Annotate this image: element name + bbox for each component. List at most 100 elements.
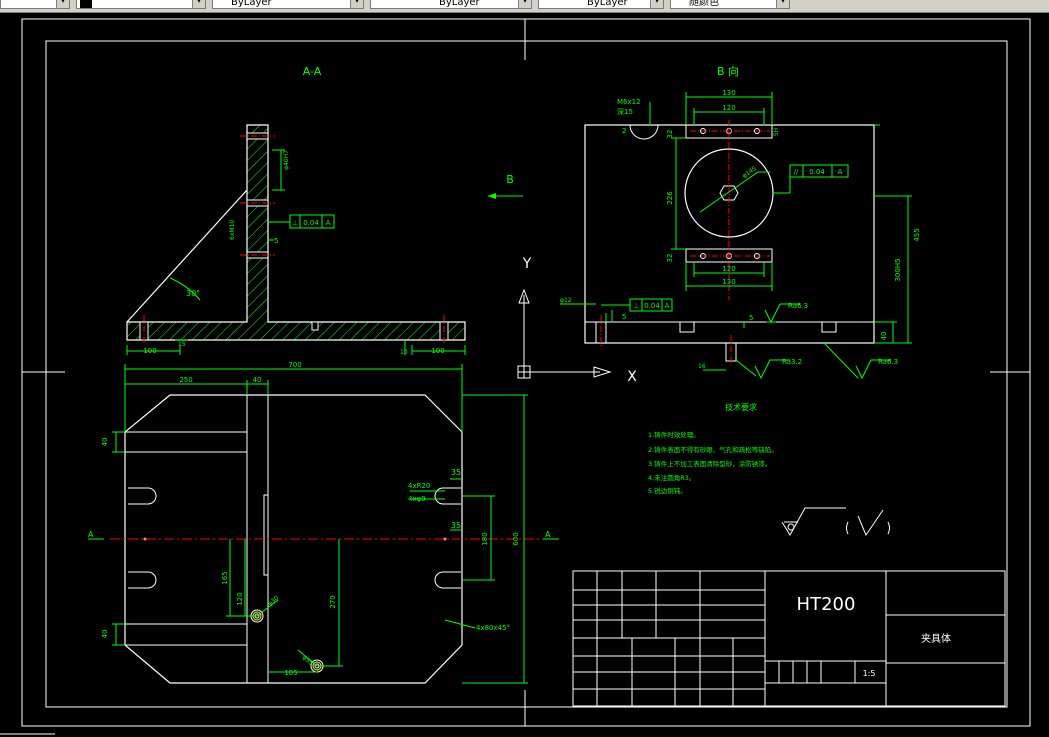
view-b[interactable]: B 向 130 120 120 130 226 455 300H5 40 32 … [560, 64, 921, 380]
dropdown-arrow-icon[interactable]: ▾ [518, 0, 531, 8]
dim-35-top: 35 [451, 468, 461, 477]
linetype-control-dropdown[interactable]: ByLayer ▾ [370, 0, 532, 9]
dim-120-bottom: 120 [722, 265, 735, 273]
perp-symbol: ⊥ [292, 219, 298, 227]
label-phi9: 4xφ9 [408, 495, 426, 503]
dim-40: 40 [880, 332, 888, 341]
tech-req-item-4: 4.未注圆角R3。 [648, 473, 695, 482]
dim-32-top: 32 [666, 130, 674, 139]
dropdown-arrow-icon[interactable]: ▾ [776, 0, 789, 8]
perp-b-datum: A [665, 302, 670, 310]
view-b-small-holes [595, 124, 837, 362]
perp-datum: A [326, 219, 331, 227]
title-scale: 1:5 [863, 669, 876, 678]
label-m6: M6x12 [617, 98, 641, 106]
section-aa-title: A-A [303, 65, 322, 78]
tech-req-item-5: 5.锐边倒钝。 [648, 486, 687, 495]
dim-5b: 5 [749, 314, 753, 322]
lineweight-control-dropdown[interactable]: ByLayer ▾ [538, 0, 664, 9]
dim-32-bottom: 32 [666, 254, 674, 263]
dim-226: 226 [666, 191, 674, 205]
dim-130-bottom: 130 [722, 278, 735, 286]
dim-270: 270 [329, 595, 337, 608]
dim-5a: 5 [622, 313, 626, 321]
title-material: HT200 [797, 594, 856, 615]
roughness-3: Ra6.3 [878, 358, 898, 366]
dim-phi30: φ30 [267, 595, 281, 608]
lineweight-control-value: ByLayer [587, 0, 628, 8]
view-b-centerlines [600, 120, 770, 365]
bore-dim-2: 6xM10 [229, 220, 236, 240]
title-part-name: 夹具体 [921, 632, 951, 645]
tech-req-item-3: 3.铸件上不加工表面清除型砂，涂防锈漆。 [648, 459, 771, 468]
roughness-2: Ra3.2 [782, 358, 802, 366]
parallelism-value: 0.04 [809, 168, 825, 176]
roughness-1: Ra6.3 [788, 302, 808, 310]
parallelism-symbol: // [794, 168, 799, 176]
technical-requirements: 技术要求 1.铸件时效处理。 2.铸件表面不得有砂眼、气孔和疏松等缺陷。 3.铸… [648, 402, 778, 495]
label-r20: 4xR20 [408, 482, 430, 490]
section-hatched-body [126, 124, 466, 341]
color-control-dropdown[interactable]: ByLayer ▾ [212, 0, 364, 9]
tech-req-title: 技术要求 [725, 402, 757, 412]
dim-300: 300H5 [894, 258, 902, 281]
dropdown-arrow-icon[interactable]: ▾ [650, 0, 663, 8]
layer-dropdown[interactable]: ▾ [0, 0, 70, 9]
angle-30: 30° [186, 289, 200, 298]
dropdown-arrow-icon[interactable]: ▾ [56, 0, 69, 8]
dim-40-top: 40 [253, 376, 262, 384]
dim-15: 15 [178, 341, 186, 348]
section-a-right: A [545, 530, 551, 539]
perp-value: 0.04 [303, 219, 319, 227]
section-aa-view[interactable]: A-A 100 100 10 30° φ40H7 6xM10 ⊥ 0.04 A … [126, 65, 466, 356]
x-axis-label: X [627, 369, 637, 385]
parallelism-datum: A [838, 168, 843, 176]
view-arrow-b-label: B [506, 173, 514, 186]
dim-100-right: 100 [431, 347, 444, 355]
plotstyle-control-dropdown[interactable]: 随颜色 ▾ [670, 0, 790, 9]
dim-700: 700 [288, 361, 301, 369]
dim-100-left: 100 [143, 347, 156, 355]
plotstyle-control-value: 随颜色 [689, 0, 719, 8]
section-a-left: A [88, 530, 94, 539]
dim-120-top: 120 [722, 104, 735, 112]
dropdown-arrow-icon[interactable]: ▾ [350, 0, 363, 8]
dim-phi35: φ35 [301, 654, 315, 667]
dim-105: 105 [284, 669, 297, 677]
dim-35-bottom: 35 [451, 521, 461, 530]
y-axis-label: Y [522, 256, 532, 272]
plan-view[interactable]: 700 250 40 40 40 600 35 35 180 165 120 2… [88, 361, 559, 684]
cad-application: ▾ ▾ ByLayer ▾ ByLayer ▾ ByLayer ▾ 随颜色 ▾ A-A [0, 0, 1049, 737]
dim-5: 5 [274, 237, 278, 245]
perp-b-symbol: ⊥ [633, 302, 639, 310]
dim-165: 165 [221, 571, 229, 584]
label-depth: 深15 [617, 107, 633, 116]
dropdown-arrow-icon[interactable]: ▾ [192, 0, 205, 8]
color-control-value: ByLayer [231, 0, 272, 8]
properties-toolbar: ▾ ▾ ByLayer ▾ ByLayer ▾ ByLayer ▾ 随颜色 ▾ [0, 0, 1049, 13]
view-b-title: B 向 [717, 64, 739, 78]
rib-edge [126, 189, 248, 323]
dim-250: 250 [179, 376, 192, 384]
tech-req-item-1: 1.铸件时效处理。 [648, 430, 700, 439]
layer-state-dropdown[interactable]: ▾ [76, 0, 206, 9]
dim-180: 180 [481, 532, 489, 545]
dim-10: 10 [400, 349, 408, 356]
dim-120: 120 [236, 592, 244, 605]
perp-b-value: 0.04 [644, 302, 660, 310]
hole-dim: φ12 [560, 297, 572, 304]
linetype-control-value: ByLayer [439, 0, 480, 8]
general-roughness-symbol [781, 507, 890, 537]
dim-455: 455 [913, 228, 921, 241]
dim-600: 600 [512, 532, 520, 545]
section-centerlines [143, 135, 445, 345]
dim-40-left-top: 40 [101, 438, 109, 447]
layer-color-swatch-icon [80, 0, 92, 8]
drawing-canvas[interactable]: A-A 100 100 10 30° φ40H7 6xM10 ⊥ 0.04 A … [0, 13, 1049, 737]
dim-130-top: 130 [722, 89, 735, 97]
label-chamfer: 4x80x45° [476, 624, 510, 632]
bore-dim: φ40H7 [283, 150, 290, 170]
plan-dimensions [112, 364, 528, 684]
view-b-arrow: B [488, 173, 523, 199]
hole-dim-2: 16 [698, 363, 706, 370]
